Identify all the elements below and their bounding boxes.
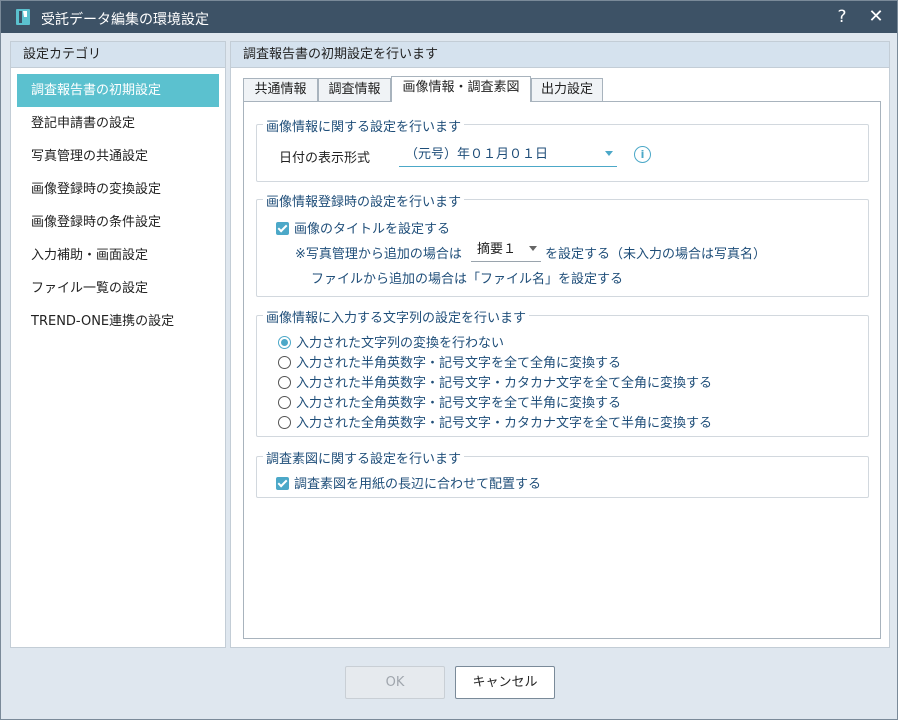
category-item-registration[interactable]: 登記申請書の設定 (17, 107, 219, 140)
category-item-report-initial[interactable]: 調査報告書の初期設定 (17, 74, 219, 107)
radio-button[interactable] (278, 356, 291, 369)
settings-dialog: 受託データ編集の環境設定 ? ✕ 設定カテゴリ 調査報告書の初期設定 登記申請書… (0, 0, 898, 720)
category-header: 設定カテゴリ (11, 42, 225, 68)
set-title-checkbox[interactable] (276, 222, 289, 235)
fit-map-option[interactable]: 調査素図を用紙の長辺に合わせて配置する (276, 473, 541, 492)
convert-option-half-to-full-kana[interactable]: 入力された半角英数字・記号文字・カタカナ文字を全て全角に変換する (278, 372, 712, 391)
settings-header: 調査報告書の初期設定を行います (231, 42, 889, 68)
app-logo-icon (16, 9, 30, 25)
date-format-select[interactable]: （元号）年０１月０１日 (399, 145, 617, 167)
tab-content: 画像情報に関する設定を行います 日付の表示形式 （元号）年０１月０１日 i 画像… (243, 101, 881, 639)
photo-source-prefix: ※写真管理から追加の場合は (295, 247, 462, 262)
fit-map-checkbox[interactable] (276, 477, 289, 490)
convert-option-none[interactable]: 入力された文字列の変換を行わない (278, 332, 504, 351)
tab-survey-info[interactable]: 調査情報 (318, 78, 391, 102)
group-title: 画像情報に関する設定を行います (263, 116, 465, 135)
tab-output[interactable]: 出力設定 (531, 78, 603, 102)
category-item-file-list[interactable]: ファイル一覧の設定 (17, 272, 219, 305)
group-image-info: 画像情報に関する設定を行います 日付の表示形式 （元号）年０１月０１日 i (256, 116, 869, 182)
category-list: 調査報告書の初期設定 登記申請書の設定 写真管理の共通設定 画像登録時の変換設定… (17, 74, 219, 338)
date-format-label: 日付の表示形式 (279, 151, 371, 166)
set-title-option[interactable]: 画像のタイトルを設定する (276, 218, 450, 237)
title-bar: 受託データ編集の環境設定 ? ✕ (1, 1, 897, 33)
settings-panel: 調査報告書の初期設定を行います 共通情報 調査情報 画像情報・調査素図 出力設定… (230, 41, 890, 648)
group-title: 調査素図に関する設定を行います (263, 448, 465, 467)
category-item-photo-common[interactable]: 写真管理の共通設定 (17, 140, 219, 173)
tab-image-info[interactable]: 画像情報・調査素図 (391, 76, 531, 102)
radio-button[interactable] (278, 376, 291, 389)
group-title: 画像情報に入力する文字列の設定を行います (263, 307, 530, 326)
photo-field-value: 摘要１ (477, 242, 517, 257)
date-format-value: （元号）年０１月０１日 (405, 147, 549, 162)
convert-option-full-to-half-kana[interactable]: 入力された全角英数字・記号文字・カタカナ文字を全て半角に変換する (278, 412, 712, 431)
chevron-down-icon (605, 151, 613, 156)
chevron-down-icon (529, 246, 537, 251)
category-item-image-convert[interactable]: 画像登録時の変換設定 (17, 173, 219, 206)
category-panel: 設定カテゴリ 調査報告書の初期設定 登記申請書の設定 写真管理の共通設定 画像登… (10, 41, 226, 648)
radio-label: 入力された文字列の変換を行わない (296, 336, 505, 351)
fit-map-label: 調査素図を用紙の長辺に合わせて配置する (294, 477, 542, 492)
category-item-trend-one[interactable]: TREND-ONE連携の設定 (17, 305, 219, 338)
photo-field-select[interactable]: 摘要１ (471, 240, 541, 262)
radio-button[interactable] (278, 396, 291, 409)
convert-option-full-to-half[interactable]: 入力された全角英数字・記号文字を全て半角に変換する (278, 392, 621, 411)
cancel-button[interactable]: キャンセル (455, 666, 555, 699)
radio-label: 入力された半角英数字・記号文字を全て全角に変換する (296, 356, 622, 371)
help-button[interactable]: ? (829, 5, 855, 29)
group-survey-map: 調査素図に関する設定を行います 調査素図を用紙の長辺に合わせて配置する (256, 448, 869, 498)
radio-label: 入力された全角英数字・記号文字を全て半角に変換する (296, 396, 622, 411)
photo-source-suffix: を設定する（未入力の場合は写真名） (545, 247, 767, 262)
group-image-register: 画像情報登録時の設定を行います 画像のタイトルを設定する ※写真管理から追加の場… (256, 191, 869, 297)
radio-label: 入力された半角英数字・記号文字・カタカナ文字を全て全角に変換する (296, 376, 713, 391)
radio-label: 入力された全角英数字・記号文字・カタカナ文字を全て半角に変換する (296, 416, 713, 431)
group-title: 画像情報登録時の設定を行います (263, 191, 465, 210)
radio-button[interactable] (278, 416, 291, 429)
convert-option-half-to-full[interactable]: 入力された半角英数字・記号文字を全て全角に変換する (278, 352, 621, 371)
group-text-convert: 画像情報に入力する文字列の設定を行います 入力された文字列の変換を行わない 入力… (256, 307, 869, 437)
tab-common-info[interactable]: 共通情報 (243, 78, 318, 102)
set-title-label: 画像のタイトルを設定する (294, 222, 451, 237)
category-item-input-assist[interactable]: 入力補助・画面設定 (17, 239, 219, 272)
radio-button[interactable] (278, 336, 291, 349)
info-icon[interactable]: i (634, 146, 651, 163)
ok-button[interactable]: OK (345, 666, 445, 699)
category-item-image-condition[interactable]: 画像登録時の条件設定 (17, 206, 219, 239)
window-title: 受託データ編集の環境設定 (41, 12, 209, 28)
file-source-note: ファイルから追加の場合は「ファイル名」を設定する (311, 272, 624, 287)
close-button[interactable]: ✕ (863, 5, 889, 29)
